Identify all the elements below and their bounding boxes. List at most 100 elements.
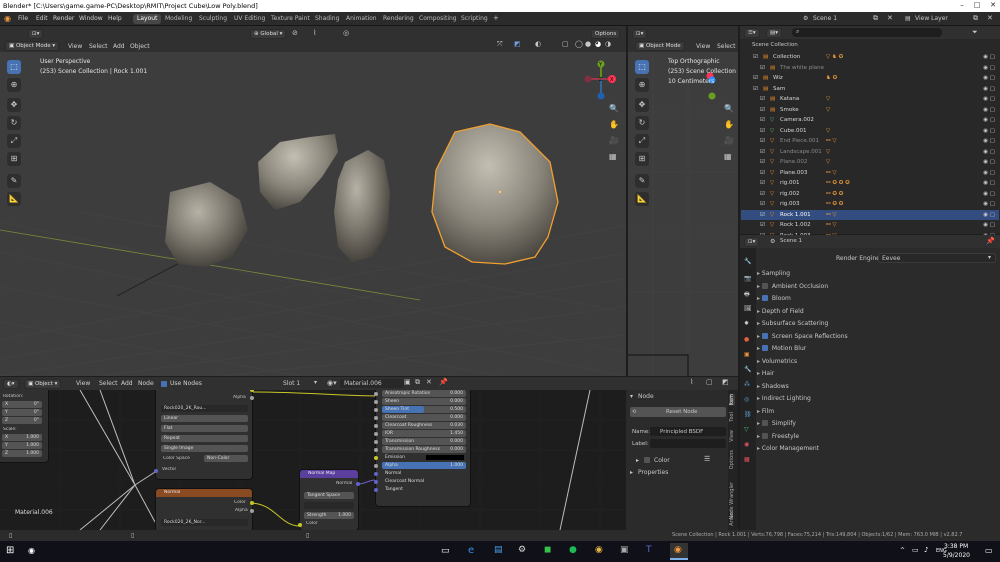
edge-icon[interactable]: e [468,545,474,556]
world-tab-icon[interactable]: ● [744,336,749,343]
zoom-icon[interactable]: 🔍 [609,104,619,113]
annotate-tool[interactable]: ✎ [7,174,21,188]
ortho2-toggle-icon[interactable]: ▦ [724,152,732,161]
tex1-extension-dropdown[interactable]: Repeat [161,435,248,442]
workspace-tab-sculpting[interactable]: Sculpting [195,14,231,24]
new-scene-icon[interactable]: ⧉ [873,14,878,23]
sidebar-tab[interactable]: View [729,430,735,442]
new-view-layer-icon[interactable]: ⧉ [973,14,978,23]
viewport-menu-add[interactable]: Add [113,43,125,50]
properties-panel-row[interactable]: ▸ Hair [757,368,997,380]
move-tool-2[interactable]: ✥ [635,98,649,112]
outliner-row[interactable]: ☑ ▽ Plane.002 ▽ ◉ ▢ [741,157,999,168]
node-editor-canvas[interactable]: Rotation: X 0° Y 0° Z 0° Scale: X 1.000 Y 1.0… [0,390,626,530]
chrome-pinned-icon[interactable]: ◉ [28,546,35,555]
scale-tool[interactable]: ⤢ [7,134,21,148]
outliner-exclude-checkbox[interactable]: ☑ [753,73,758,84]
object-mode2-dropdown[interactable]: ▣ Object Mode [635,41,685,51]
bsdf-input-socket[interactable] [374,479,378,484]
proportional-edit-icon[interactable]: ◎ [343,29,349,37]
outliner-row[interactable]: ☑ ▽ rig.003 ⚯ ✪ ✪ ◉ ▢ [741,199,999,210]
3d-viewport[interactable]: X Y Z User Perspective (253) Scene Colle… [0,52,626,376]
data-tab-icon[interactable]: ▽ [744,426,749,433]
tex1-colorspace-dropdown[interactable]: Non-Color [204,455,248,462]
constraints-tab-icon[interactable]: ⛓ [744,411,752,418]
transform-tool-2[interactable]: ⊞ [635,152,649,166]
select-box-tool[interactable]: ⬚ [7,60,21,74]
maximize-icon[interactable]: □ [970,1,984,11]
bsdf-input-field[interactable]: Tangent [382,486,466,493]
visibility-icon[interactable]: ◩ [514,40,521,48]
app-icon[interactable]: ▣ [620,545,629,555]
menu-edit[interactable]: Edit [36,15,48,22]
pan-hand-icon[interactable]: ✋ [609,120,619,129]
menu-window[interactable]: Window [79,15,103,22]
tex1-projection-dropdown[interactable]: Flat [161,425,248,432]
bsdf-input-socket[interactable] [374,391,378,396]
material-pin-icon[interactable]: 📌 [439,378,448,386]
outliner-exclude-checkbox[interactable]: ☑ [753,52,758,63]
bsdf-input-field[interactable]: Alpha 1.000 [382,462,466,469]
outliner-row[interactable]: ☑ ▽ Landscape.001 ▽ ◉ ▢ [741,147,999,158]
bsdf-input-field[interactable]: Transmission Roughness 0.000 [382,446,466,453]
sidebar-tab[interactable]: Tool [729,412,735,422]
material-tab-icon[interactable]: ◉ [744,441,749,448]
image-texture-node-normal[interactable]: Normal Color Alpha Rock020_2K_Nor... [156,489,254,530]
rotation-z-field[interactable]: Z 0° [2,417,42,424]
normal-map-node[interactable]: Normal Map Normal Tangent Space Strength… [298,470,360,530]
outliner-row[interactable]: ☑ ▤ Katana ▽ ◉ ▢ [741,94,999,105]
normal-uvmap-field[interactable] [304,502,354,509]
bsdf-input-field[interactable]: IOR 1.450 [382,430,466,437]
solid-shading-icon[interactable]: ● [585,40,591,48]
annotate-tool-2[interactable]: ✎ [635,174,649,188]
sidebar-tab[interactable]: Item [729,394,735,406]
menu-render[interactable]: Render [53,15,74,22]
object-tab-icon[interactable]: ▣ [744,351,750,358]
line-icon[interactable]: ◼ [544,545,551,555]
bsdf-input-field[interactable]: Sheen 0.000 [382,398,466,405]
file-explorer-icon[interactable]: ▭ [441,546,450,556]
visibility-toggle-icon[interactable]: ◉ ▢ [983,84,995,95]
visibility-toggle-icon[interactable]: ◉ ▢ [983,189,995,200]
bsdf-input-socket[interactable] [374,487,378,492]
3d-viewport-top[interactable]: Top Orthographic (253) Scene Collection … [628,52,738,376]
transform-orientation-dropdown[interactable]: ⊕ Global ▾ [250,29,287,39]
visibility-toggle-icon[interactable]: ◉ ▢ [983,63,995,74]
outliner-search-input[interactable] [792,28,942,37]
store-icon[interactable]: ▤ [494,545,503,555]
delete-view-layer-icon[interactable]: ✕ [987,14,993,22]
ortho-toggle-icon[interactable]: ▦ [609,152,617,161]
rotate-tool[interactable]: ↻ [7,116,21,130]
emission-color-swatch[interactable] [426,455,464,460]
node-editor-type-icon[interactable]: ◐▾ [3,379,19,389]
outliner-row[interactable]: ☑ ▽ rig.002 ⚯ ✪ ✪ ◉ ▢ [741,189,999,200]
properties-panel-row[interactable]: ▸ Bloom [757,293,997,305]
visibility-toggle-icon[interactable]: ◉ ▢ [983,178,995,189]
color-section-chevron-icon[interactable]: ▸ [636,457,639,464]
close-icon[interactable]: ✕ [986,1,1000,11]
transform-tool[interactable]: ⊞ [7,152,21,166]
modifier-tab-icon[interactable]: 🔧 [744,366,751,373]
viewport-menu-object[interactable]: Object [130,43,150,50]
outliner-row[interactable]: ☑ ▽ Cube.001 ▽ ◉ ▢ [741,126,999,137]
outliner-row[interactable]: ☑ ▽ Plane.003 ⚯ ▽ ◉ ▢ [741,168,999,179]
chrome-icon[interactable]: ◉ [595,545,603,555]
bsdf-input-socket[interactable] [374,415,378,420]
bsdf-input-socket[interactable] [374,455,378,460]
normal-map-out-socket[interactable] [356,482,360,486]
rendered-shading-icon[interactable]: ◑ [605,40,611,48]
visibility-toggle-icon[interactable]: ◉ ▢ [983,199,995,210]
clock-time[interactable]: 3:38 PM [944,543,968,550]
visibility-toggle-icon[interactable]: ◉ ▢ [983,73,995,84]
node-menu-select[interactable]: Select [99,380,118,387]
viewport2-menu-view[interactable]: View [696,43,710,50]
rotate-tool-2[interactable]: ↻ [635,116,649,130]
outliner-editor-type-icon[interactable]: ☰▾ [744,28,760,38]
shader-type-dropdown[interactable]: ▣ Object ▾ [24,379,62,389]
outliner-exclude-checkbox[interactable]: ☑ [760,199,765,210]
node-label-input[interactable] [650,439,726,448]
outliner-row[interactable]: ☑ ▤ Wiz ♞ ✪ ◉ ▢ [741,73,999,84]
material-users-icon[interactable]: ▣ [404,378,411,386]
slot-dropdown[interactable]: Slot 1 [283,380,300,387]
network-icon[interactable]: ▭ [912,546,919,554]
